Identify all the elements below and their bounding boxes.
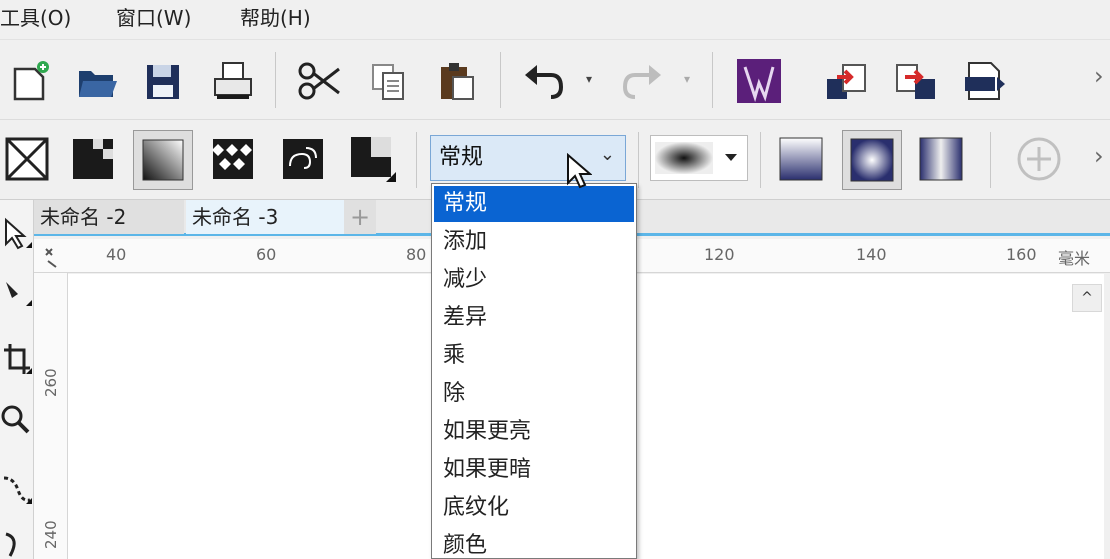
mouse-cursor-icon	[567, 153, 592, 189]
blend-option-color[interactable]: 颜色	[434, 528, 634, 559]
export-pdf-icon[interactable]	[958, 54, 1012, 108]
add-icon[interactable]	[1012, 132, 1066, 186]
zoom-tool-icon[interactable]	[0, 400, 34, 448]
ruler-label: 260	[42, 368, 60, 397]
shape-tool-icon[interactable]	[0, 272, 34, 320]
open-folder-icon[interactable]	[70, 54, 124, 108]
save-icon[interactable]	[136, 54, 190, 108]
tab-document-2[interactable]: 未命名 -2	[34, 200, 184, 234]
fountain-transparency-icon[interactable]	[133, 130, 193, 190]
tab-label: 未命名 -3	[192, 205, 279, 229]
redo-list-arrow-icon[interactable]: ▾	[684, 72, 690, 86]
uniform-transparency-icon[interactable]	[66, 132, 120, 186]
toolbar-separator	[500, 52, 501, 108]
undo-list-arrow-icon[interactable]: ▾	[586, 72, 592, 86]
transparency-picker[interactable]	[650, 135, 748, 181]
transparency-preview-icon	[655, 142, 737, 174]
menu-window[interactable]: 窗口(W)	[116, 4, 191, 32]
radial-fountain-icon[interactable]	[842, 130, 902, 190]
paste-icon[interactable]	[430, 54, 484, 108]
blend-option-if-lighter[interactable]: 如果更亮	[434, 414, 634, 450]
pick-tool-icon[interactable]	[0, 214, 34, 262]
standard-toolbar: ▾ ▾ ›	[0, 40, 1110, 120]
linear-fountain-icon[interactable]	[774, 132, 828, 186]
ruler-label: 40	[106, 245, 127, 264]
cut-icon[interactable]	[292, 54, 346, 108]
tab-label: 未命名 -2	[40, 205, 127, 229]
toolbar-separator	[416, 132, 417, 188]
two-color-pattern-icon[interactable]	[346, 132, 400, 186]
menu-tools[interactable]: 工具(O)	[0, 4, 71, 32]
ruler-label: 80	[406, 245, 427, 264]
curve-tool-icon[interactable]	[0, 530, 34, 559]
ruler-label: 120	[704, 245, 735, 264]
redo-icon[interactable]	[616, 54, 670, 108]
propertybar-overflow-icon[interactable]: ›	[1094, 142, 1104, 170]
toolbar-overflow-icon[interactable]: ›	[1094, 62, 1104, 90]
new-document-icon[interactable]	[2, 54, 56, 108]
blend-option-multiply[interactable]: 乘	[434, 338, 634, 374]
vertical-ruler[interactable]: 260 240	[34, 273, 68, 559]
copy-icon[interactable]	[362, 54, 416, 108]
menu-help[interactable]: 帮助(H)	[240, 4, 311, 32]
new-tab-plus-icon[interactable]: +	[344, 200, 376, 234]
undo-icon[interactable]	[516, 54, 570, 108]
blend-mode-select[interactable]: 常规 ⌄	[430, 135, 626, 181]
toolbar-separator	[275, 52, 276, 108]
blend-mode-value: 常规	[439, 145, 484, 170]
no-transparency-icon[interactable]	[0, 132, 54, 186]
blend-option-divide[interactable]: 除	[434, 376, 634, 412]
blend-option-if-darker[interactable]: 如果更暗	[434, 452, 634, 488]
rectangular-fountain-icon[interactable]	[914, 132, 968, 186]
app-launcher-icon[interactable]	[732, 54, 786, 108]
blend-mode-dropdown-list: 常规 添加 减少 差异 乘 除 如果更亮 如果更暗 底纹化 颜色	[431, 183, 637, 559]
chevron-down-icon: ⌄	[599, 144, 615, 165]
blend-option-add[interactable]: 添加	[434, 224, 634, 260]
ruler-label: 160	[1006, 245, 1037, 264]
ruler-label: 240	[42, 520, 60, 549]
blend-option-texturize[interactable]: 底纹化	[434, 490, 634, 526]
toolbar-separator	[712, 52, 713, 108]
freehand-tool-icon[interactable]	[0, 470, 34, 518]
ruler-label: 60	[256, 245, 277, 264]
print-icon[interactable]	[206, 54, 260, 108]
export-icon[interactable]	[890, 54, 944, 108]
toolbar-separator	[990, 132, 991, 188]
blend-option-difference[interactable]: 差异	[434, 300, 634, 336]
crop-tool-icon[interactable]	[0, 340, 34, 388]
scroll-up-button[interactable]: ^	[1072, 284, 1102, 312]
bitmap-pattern-transparency-icon[interactable]	[276, 132, 330, 186]
toolbar-separator	[638, 132, 639, 188]
toolbar-separator	[760, 132, 761, 188]
blend-option-subtract[interactable]: 减少	[434, 262, 634, 298]
ruler-label: 140	[856, 245, 887, 264]
toolbox	[0, 200, 34, 559]
ruler-unit: 毫米	[1058, 249, 1091, 268]
menu-bar: 工具(O) 窗口(W) 帮助(H)	[0, 0, 1110, 40]
blend-option-normal[interactable]: 常规	[434, 186, 634, 222]
vector-pattern-transparency-icon[interactable]	[206, 132, 260, 186]
import-icon[interactable]	[820, 54, 874, 108]
